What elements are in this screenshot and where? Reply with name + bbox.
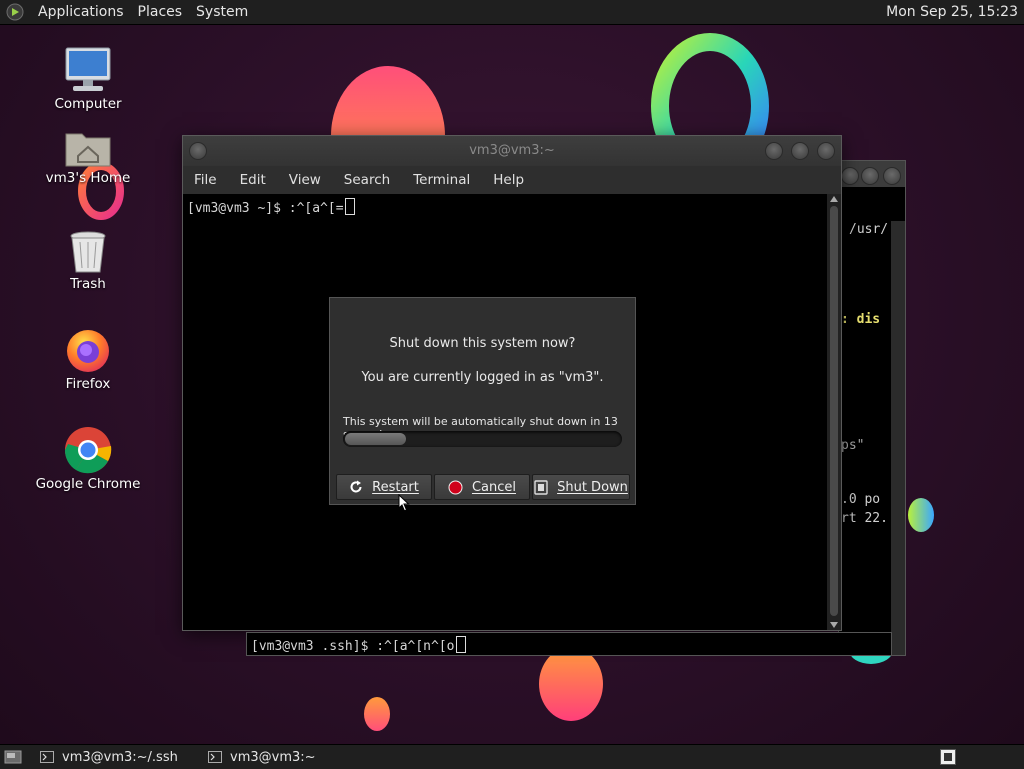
desktop-icon-label: vm3's Home — [45, 170, 131, 186]
desktop-icon-label: Computer — [54, 96, 122, 112]
desktop-icon-trash[interactable]: Trash — [28, 230, 148, 292]
shutdown-dialog: Shut down this system now? You are curre… — [329, 297, 636, 505]
desktop-icon-computer[interactable]: Computer — [28, 46, 148, 112]
scrollbar-thumb[interactable] — [830, 206, 838, 616]
taskbar-item-ssh-terminal[interactable]: vm3@vm3:~/.ssh — [40, 745, 178, 769]
restart-button-label: Restart — [372, 479, 419, 495]
cancel-button-label: Cancel — [471, 479, 517, 495]
terminal-output-line: /usr/ — [849, 222, 889, 237]
top-panel: Applications Places System Mon Sep 25, 1… — [0, 0, 1024, 25]
decorative-blob-small — [364, 697, 390, 731]
scroll-up-arrow-icon[interactable] — [830, 196, 838, 202]
terminal-output-line: .0 po — [841, 492, 881, 507]
back-terminal-scrollbar[interactable] — [891, 221, 905, 655]
restart-button[interactable]: Restart — [336, 474, 432, 500]
maximize-button[interactable] — [791, 142, 809, 160]
cancel-button[interactable]: Cancel — [434, 474, 530, 500]
close-button[interactable] — [883, 167, 901, 185]
places-menu[interactable]: Places — [138, 4, 183, 20]
system-menu[interactable]: System — [196, 4, 248, 20]
progress-fill — [345, 433, 406, 445]
taskbar-item-home-terminal[interactable]: vm3@vm3:~ — [208, 745, 316, 769]
dialog-question: Shut down this system now? — [389, 336, 576, 351]
workspace-switcher-icon[interactable] — [940, 749, 956, 765]
scroll-down-arrow-icon[interactable] — [830, 622, 838, 628]
minimize-button[interactable] — [765, 142, 783, 160]
mouse-pointer-icon — [398, 494, 410, 512]
minimize-button[interactable] — [841, 167, 859, 185]
computer-icon — [65, 47, 111, 91]
terminal-icon — [40, 751, 54, 763]
decorative-ring — [651, 33, 769, 138]
terminal-output-line: ps" — [841, 438, 865, 453]
decorative-blob-cyan — [908, 498, 934, 532]
menu-file[interactable]: File — [194, 172, 217, 188]
terminal-output-line: : dis — [841, 312, 881, 327]
countdown-progress-bar — [343, 431, 622, 447]
terminal-titlebar[interactable]: vm3@vm3:~ — [183, 136, 841, 166]
applications-menu[interactable]: Applications — [38, 4, 124, 20]
show-desktop-icon[interactable] — [4, 749, 22, 765]
shutdown-icon — [534, 479, 548, 495]
back-terminal-titlebar[interactable] — [839, 161, 905, 187]
restart-icon — [350, 480, 362, 493]
menu-help[interactable]: Help — [493, 172, 524, 188]
close-button[interactable] — [817, 142, 835, 160]
text-cursor — [455, 636, 466, 653]
terminal-output-line: rt 22. — [841, 511, 888, 526]
terminal-prompt-line: [vm3@vm3 .ssh]$ :^[a^[n^[o — [251, 639, 455, 654]
window-title: vm3@vm3:~ — [469, 143, 555, 158]
decorative-blob-bottom — [539, 647, 603, 721]
firefox-icon — [67, 330, 109, 372]
shutdown-button-label: Shut Down — [557, 479, 628, 495]
trash-icon — [70, 231, 106, 273]
desktop-icon-firefox[interactable]: Firefox — [28, 326, 148, 392]
window-menu-button[interactable] — [189, 142, 207, 160]
menu-terminal[interactable]: Terminal — [413, 172, 470, 188]
bottom-panel: vm3@vm3:~/.ssh vm3@vm3:~ — [0, 744, 1024, 769]
terminal-prompt-line: [vm3@vm3 ~]$ :^[a^[= — [187, 201, 344, 216]
terminal-menubar: File Edit View Search Terminal Help — [183, 166, 841, 194]
menu-view[interactable]: View — [289, 172, 321, 188]
distro-logo-icon[interactable] — [6, 3, 24, 21]
cancel-icon — [448, 480, 463, 494]
desktop-icon-label: Google Chrome — [35, 476, 141, 492]
menu-search[interactable]: Search — [344, 172, 390, 188]
desktop-icon-label: Firefox — [65, 376, 111, 392]
shutdown-button[interactable]: Shut Down — [532, 474, 630, 500]
desktop-icon-label: Trash — [70, 276, 106, 292]
taskbar-item-label: vm3@vm3:~/.ssh — [62, 749, 178, 765]
taskbar-item-label: vm3@vm3:~ — [230, 749, 316, 765]
clock[interactable]: Mon Sep 25, 15:23 — [886, 0, 1018, 24]
terminal-scrollbar[interactable] — [827, 194, 841, 630]
terminal-icon — [208, 751, 222, 763]
home-folder-icon — [65, 133, 111, 167]
maximize-button[interactable] — [861, 167, 879, 185]
desktop-icon-chrome[interactable]: Google Chrome — [28, 426, 148, 492]
dialog-logged-in-text: You are currently logged in as "vm3". — [361, 370, 604, 385]
menu-edit[interactable]: Edit — [240, 172, 266, 188]
back-terminal-prompt-area[interactable]: [vm3@vm3 .ssh]$ :^[a^[n^[o — [246, 632, 892, 656]
terminal-window-back[interactable]: /usr/ : dis ps" .0 po rt 22. — [838, 160, 906, 656]
desktop-icon-home[interactable]: vm3's Home — [28, 128, 148, 186]
text-cursor — [344, 198, 355, 215]
chrome-icon — [64, 427, 112, 474]
